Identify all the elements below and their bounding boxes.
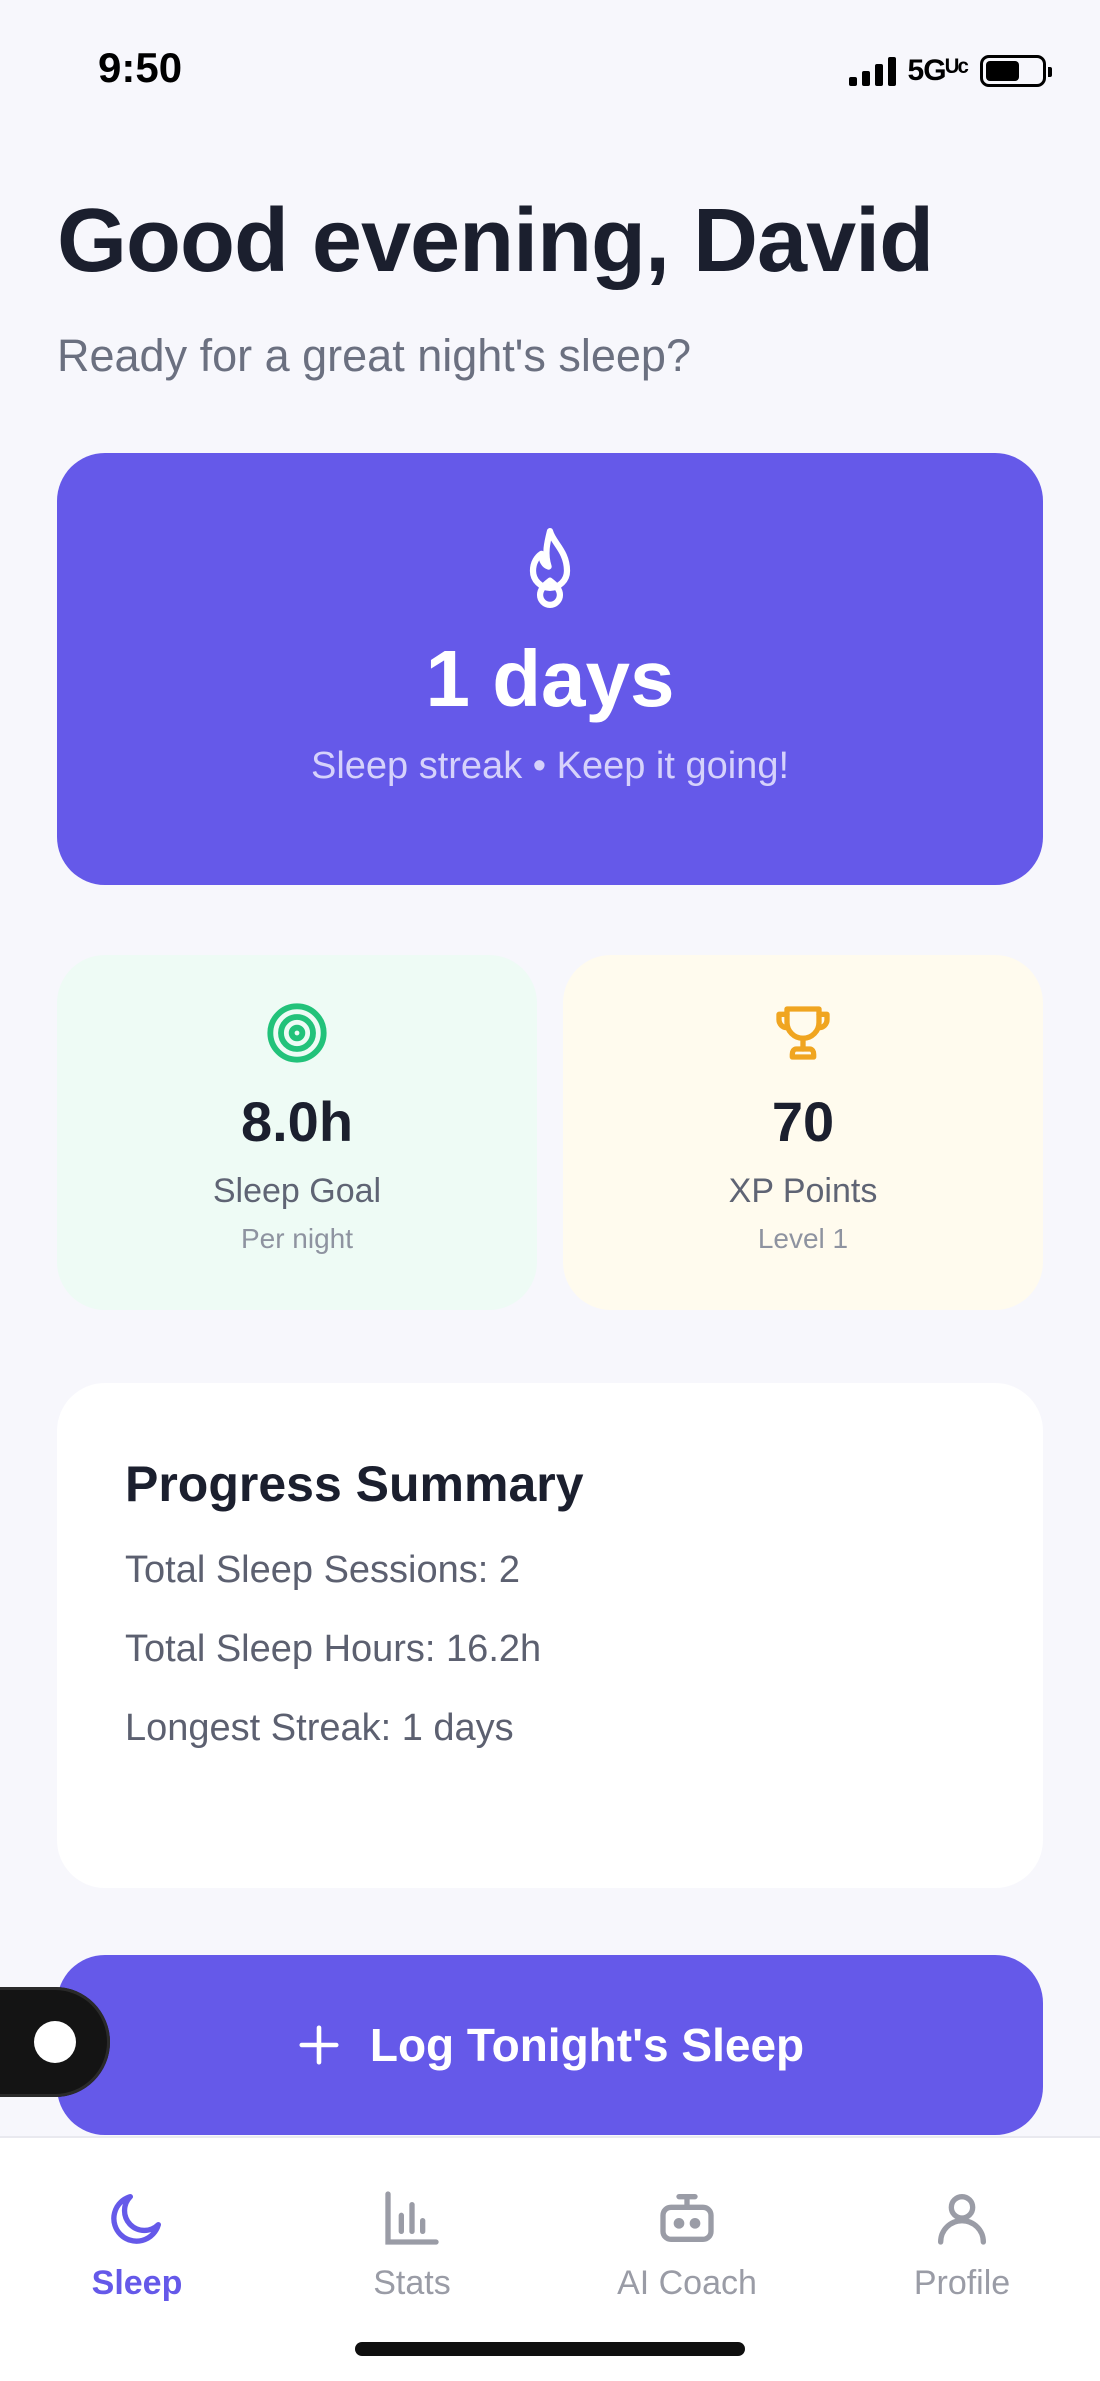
flame-icon [529, 528, 571, 608]
tab-ai-coach-label: AI Coach [617, 2264, 757, 2302]
plus-icon [299, 2025, 339, 2065]
log-sleep-label: Log Tonight's Sleep [369, 2019, 805, 2071]
sleep-goal-sub: Per night [240, 1223, 354, 1254]
trophy-icon [776, 1006, 830, 1060]
signal-icon [848, 56, 896, 86]
greeting-subtitle: Ready for a great night's sleep? [57, 330, 691, 381]
sleep-goal-label: Sleep Goal [212, 1172, 382, 1210]
progress-summary-title: Progress Summary [125, 1456, 584, 1512]
summary-total-sessions: Total Sleep Sessions: 2 [125, 1549, 521, 1591]
floating-toggle-handle[interactable] [0, 1987, 110, 2097]
xp-points-label: XP Points [728, 1172, 878, 1210]
xp-level-label: Level 1 [757, 1223, 849, 1254]
battery-icon [980, 55, 1052, 87]
tab-sleep[interactable]: Sleep [27, 2186, 247, 2303]
home-indicator[interactable] [355, 2342, 745, 2356]
robot-icon [660, 2194, 714, 2242]
greeting-title: Good evening, David [57, 191, 934, 291]
streak-value: 1 days [425, 634, 675, 723]
summary-total-hours: Total Sleep Hours: 16.2h [125, 1628, 542, 1670]
status-indicators: 5Gᵁᶜ [848, 52, 1052, 90]
tab-stats[interactable]: Stats [302, 2186, 522, 2303]
xp-points-value: 70 [771, 1090, 835, 1153]
status-bar: 9:50 5Gᵁᶜ [0, 0, 1100, 140]
tab-profile[interactable]: Profile [852, 2186, 1072, 2303]
progress-summary-card: Progress Summary Total Sleep Sessions: 2… [57, 1383, 1043, 1888]
target-icon [267, 1003, 327, 1063]
sleep-home-screen: 9:50 5Gᵁᶜ Good evening, David Ready for … [0, 0, 1100, 2381]
xp-points-card[interactable]: 70 XP Points Level 1 [563, 955, 1043, 1310]
moon-icon [111, 2194, 161, 2244]
network-label: 5Gᵁᶜ [907, 54, 969, 87]
streak-card: 1 days Sleep streak • Keep it going! [57, 453, 1043, 885]
tab-stats-label: Stats [373, 2264, 451, 2302]
sleep-goal-value: 8.0h [240, 1090, 354, 1153]
status-time: 9:50 [98, 44, 183, 91]
streak-caption: Sleep streak • Keep it going! [310, 745, 790, 787]
tab-ai-coach[interactable]: AI Coach [577, 2186, 797, 2303]
user-icon [938, 2194, 986, 2245]
log-sleep-button[interactable]: Log Tonight's Sleep [57, 1955, 1043, 2135]
sleep-goal-card[interactable]: 8.0h Sleep Goal Per night [57, 955, 537, 1310]
summary-longest-streak: Longest Streak: 1 days [125, 1707, 514, 1749]
bar-chart-icon [385, 2191, 439, 2245]
tab-sleep-label: Sleep [91, 2264, 183, 2302]
tab-profile-label: Profile [913, 2264, 1011, 2302]
